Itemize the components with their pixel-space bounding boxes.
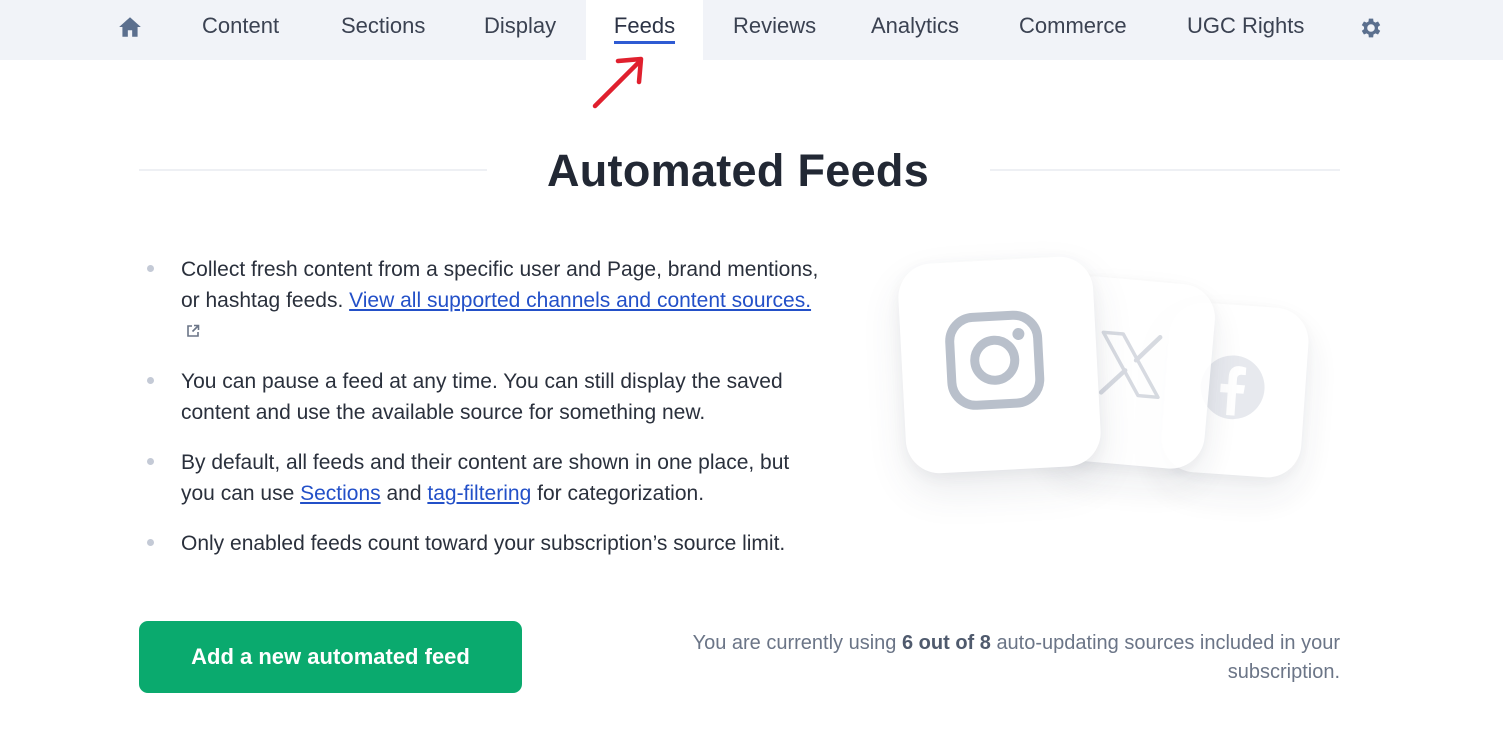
tab-ugc-rights[interactable]: UGC Rights: [1187, 0, 1304, 60]
tab-label: Sections: [341, 13, 426, 38]
source-usage-text: You are currently using 6 out of 8 auto-…: [590, 629, 1340, 687]
tab-analytics[interactable]: Analytics: [871, 0, 959, 60]
list-item: Collect fresh content from a specific us…: [142, 254, 822, 347]
usage-count: 6 out of 8: [901, 632, 991, 654]
tab-feeds[interactable]: Feeds: [586, 0, 703, 60]
tab-label: UGC Rights: [1187, 13, 1305, 38]
feature-list: Collect fresh content from a specific us…: [142, 254, 822, 559]
title-divider-right: [990, 169, 1340, 171]
bullet-text: You can pause a feed at any time. You ca…: [181, 370, 783, 424]
bullet-text: and: [386, 482, 422, 505]
gear-icon[interactable]: [1358, 15, 1384, 41]
tab-commerce[interactable]: Commerce: [1019, 0, 1127, 60]
top-nav: Content Sections Display Feeds Reviews A…: [0, 0, 1503, 60]
external-link-icon[interactable]: [185, 323, 201, 339]
sections-link[interactable]: Sections: [300, 482, 381, 505]
list-item: By default, all feeds and their content …: [142, 447, 822, 509]
tab-label: Content: [202, 13, 280, 38]
tab-display[interactable]: Display: [484, 0, 556, 60]
usage-post: auto-updating sources included in your s…: [996, 632, 1340, 683]
supported-channels-link[interactable]: View all supported channels and content …: [349, 289, 811, 312]
list-item: Only enabled feeds count toward your sub…: [142, 528, 822, 559]
red-arrow-icon: [592, 56, 644, 109]
tab-sections[interactable]: Sections: [341, 0, 425, 60]
tab-label: Feeds: [613, 13, 676, 44]
social-sources-illustration: [880, 240, 1340, 520]
tag-filtering-link[interactable]: tag-filtering: [427, 482, 531, 505]
bullet-text: for categorization.: [537, 482, 705, 505]
usage-pre: You are currently using: [692, 632, 897, 654]
instagram-card: [896, 255, 1103, 475]
title-divider-left: [139, 169, 487, 171]
home-icon[interactable]: [117, 14, 143, 40]
tab-reviews[interactable]: Reviews: [733, 0, 816, 60]
tab-content[interactable]: Content: [202, 0, 279, 60]
tab-label: Display: [484, 13, 557, 38]
tab-label: Analytics: [871, 13, 960, 38]
list-item: You can pause a feed at any time. You ca…: [142, 366, 822, 428]
page-title: Automated Feeds: [546, 145, 930, 196]
tab-label: Reviews: [733, 13, 817, 38]
instagram-icon: [945, 310, 1045, 410]
x-icon: [1098, 330, 1163, 400]
tab-label: Commerce: [1019, 13, 1127, 38]
supported-channels-link-label: View all supported channels and content …: [349, 289, 812, 312]
bullet-text: Only enabled feeds count toward your sub…: [181, 532, 786, 555]
add-automated-feed-button[interactable]: Add a new automated feed: [139, 621, 522, 693]
